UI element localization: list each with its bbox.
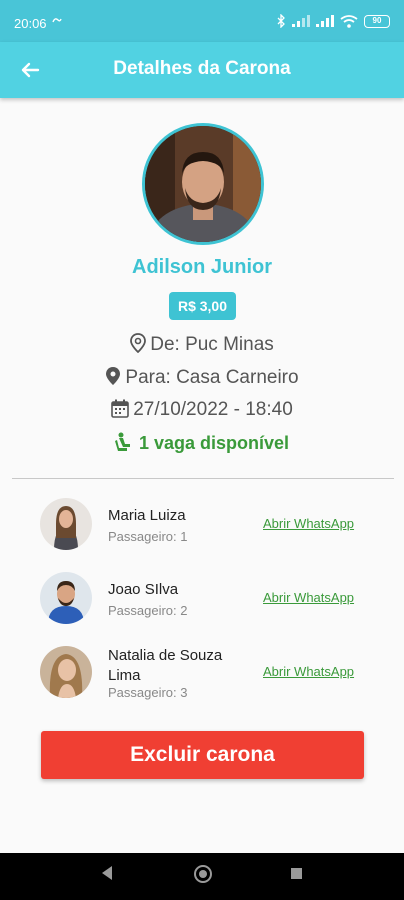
driver-avatar xyxy=(142,123,264,245)
status-icons: 90 xyxy=(276,14,390,28)
calendar-icon xyxy=(111,399,130,424)
passenger-avatar xyxy=(40,498,92,550)
destination-text: Para: Casa Carneiro xyxy=(125,367,299,388)
app-bar: Detalhes da Carona xyxy=(0,42,404,98)
status-bar: 20:06 90 xyxy=(0,0,404,42)
triangle-back-icon xyxy=(102,866,112,880)
square-recents-icon xyxy=(291,868,302,879)
open-whatsapp-link[interactable]: Abrir WhatsApp xyxy=(263,516,354,531)
driver-name: Adilson Junior xyxy=(132,256,272,278)
bluetooth-icon xyxy=(277,14,285,28)
origin-line: De: Puc Minas xyxy=(0,333,404,359)
status-notification-icon xyxy=(52,16,62,29)
nav-home-button[interactable] xyxy=(193,864,213,889)
circle-home-icon xyxy=(194,865,212,883)
passenger-role: Passageiro: 1 xyxy=(108,529,188,544)
passenger-name: Natalia de Souza Lima xyxy=(108,647,223,684)
passenger-avatar xyxy=(40,646,92,698)
delete-ride-button[interactable]: Excluir carona xyxy=(41,731,364,779)
status-time: 20:06 xyxy=(14,16,47,31)
passenger-row: Natalia de Souza Lima Passageiro: 3 Abri… xyxy=(0,646,404,712)
seats-available: 1 vaga disponível xyxy=(0,432,404,457)
passenger-avatar xyxy=(40,572,92,624)
passenger-row: Joao SIlva Passageiro: 2 Abrir WhatsApp xyxy=(0,572,404,638)
passenger-name: Joao SIlva xyxy=(108,581,179,598)
nav-recents-button[interactable] xyxy=(290,867,303,885)
nav-back-button[interactable] xyxy=(100,865,114,886)
seat-passenger-icon xyxy=(114,432,133,457)
datetime-line: 27/10/2022 - 18:40 xyxy=(0,399,404,424)
location-pin-icon xyxy=(105,366,121,392)
seats-text: 1 vaga disponível xyxy=(138,433,290,453)
price-badge: R$ 3,00 xyxy=(169,292,236,320)
passenger-role: Passageiro: 3 xyxy=(108,685,188,700)
signal-icon xyxy=(292,15,310,27)
origin-text: De: Puc Minas xyxy=(150,334,274,355)
divider xyxy=(12,478,394,479)
system-nav-bar xyxy=(0,853,404,900)
open-whatsapp-link[interactable]: Abrir WhatsApp xyxy=(263,590,354,605)
location-pin-outline-icon xyxy=(130,333,147,359)
signal-icon-2 xyxy=(316,15,334,27)
passenger-row: Maria Luiza Passageiro: 1 Abrir WhatsApp xyxy=(0,498,404,564)
destination-line: Para: Casa Carneiro xyxy=(0,366,404,392)
open-whatsapp-link[interactable]: Abrir WhatsApp xyxy=(263,664,354,679)
battery-icon: 90 xyxy=(364,14,390,28)
datetime-text: 27/10/2022 - 18:40 xyxy=(133,399,293,420)
wifi-icon xyxy=(340,14,358,28)
page-title: Detalhes da Carona xyxy=(113,58,291,79)
passenger-role: Passageiro: 2 xyxy=(108,603,188,618)
passenger-name: Maria Luiza xyxy=(108,507,186,524)
